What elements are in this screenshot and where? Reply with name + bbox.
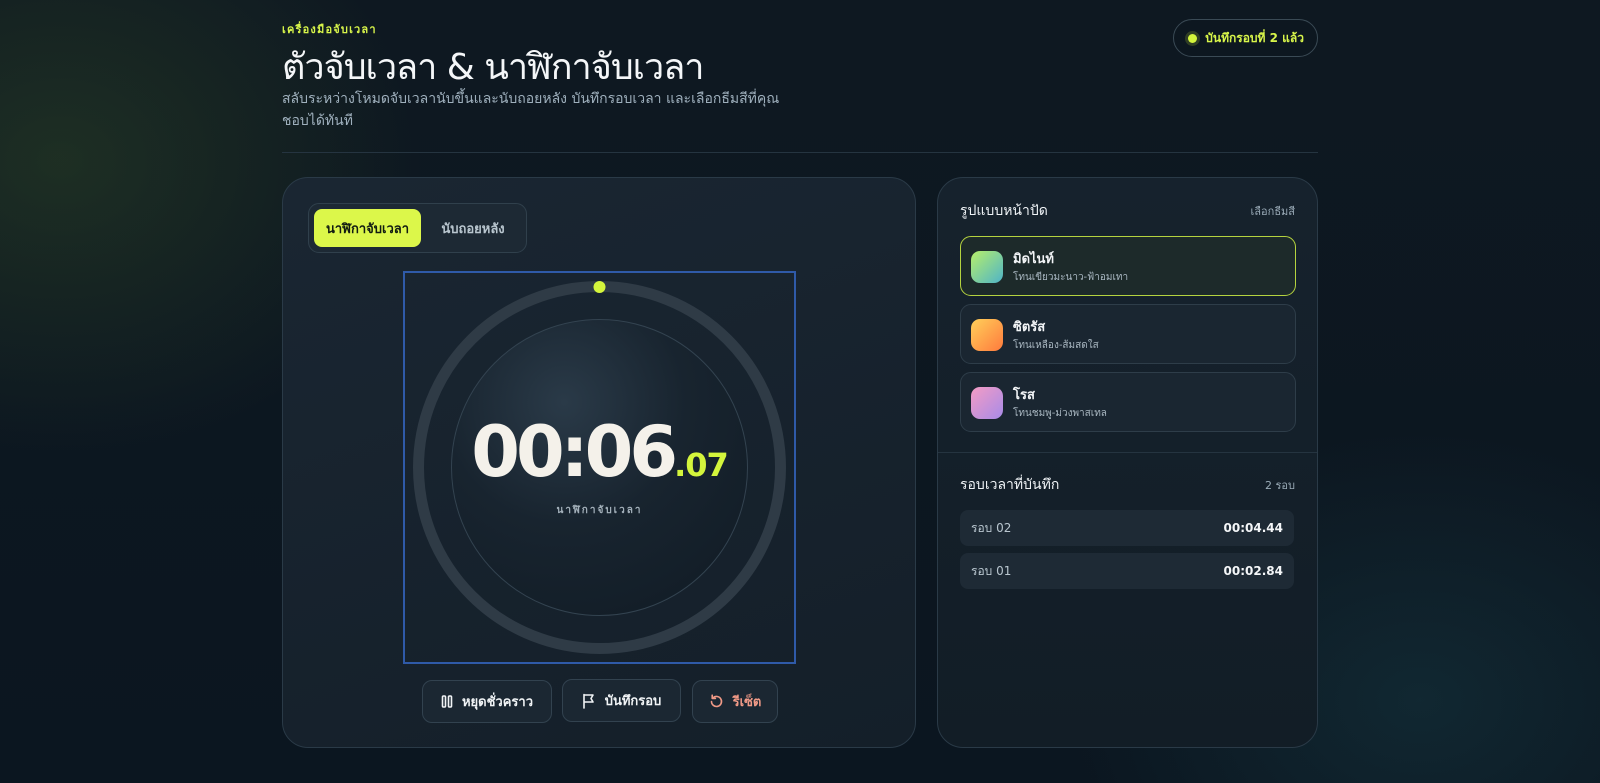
- theme-name: มิดไนท์: [1013, 252, 1055, 267]
- status-dot-icon: [1188, 33, 1198, 43]
- progress-indicator-icon: [593, 281, 606, 293]
- theme-option-rose[interactable]: โรส โทนชมพู-ม่วงพาสเทล: [960, 372, 1296, 432]
- reset-icon: [710, 694, 722, 708]
- laps-count: 2 รอบ: [1265, 479, 1295, 492]
- lap-count-badge-label: บันทึกรอบที่ 2 แล้ว: [1205, 30, 1304, 45]
- time-milliseconds: .07: [674, 446, 729, 484]
- theme-section-hint: เลือกธีมสี: [1250, 205, 1295, 218]
- tab-countdown[interactable]: นับถอยหลัง: [423, 209, 523, 247]
- flag-icon: [582, 693, 594, 709]
- side-divider: [938, 452, 1317, 453]
- lap-button[interactable]: บันทึกรอบ: [562, 679, 681, 722]
- pause-button[interactable]: หยุดชั่วคราว: [422, 680, 552, 723]
- theme-name: ซิตรัส: [1013, 320, 1046, 335]
- lap-time: 00:02.84: [1223, 564, 1283, 578]
- lap-button-label: บันทึกรอบ: [604, 694, 662, 709]
- reset-button-label: รีเซ็ต: [732, 695, 762, 710]
- theme-description: โทนเขียวมะนาว-ฟ้าอมเทา: [1013, 272, 1129, 283]
- laps-section-header: รอบเวลาที่บันทึก 2 รอบ: [960, 474, 1295, 496]
- tab-stopwatch[interactable]: นาฬิกาจับเวลา: [314, 209, 421, 247]
- timer-panel: นาฬิกาจับเวลา นับถอยหลัง 00:06.07 นาฬิกา…: [282, 177, 916, 748]
- pause-button-label: หยุดชั่วคราว: [461, 695, 534, 710]
- lap-name: รอบ 02: [971, 520, 1012, 535]
- theme-option-citrus[interactable]: ซิตรัส โทนเหลือง-ส้มสดใส: [960, 304, 1296, 364]
- lap-name: รอบ 01: [971, 563, 1012, 578]
- pause-icon: [441, 695, 453, 708]
- time-mode-label: นาฬิกาจับเวลา: [556, 505, 643, 516]
- page-subtitle: สลับระหว่างโหมดจับเวลานับขึ้นและนับถอยหล…: [282, 91, 780, 129]
- side-panel: รูปแบบหน้าปัด เลือกธีมสี มิดไนท์ โทนเขีย…: [937, 177, 1318, 748]
- theme-section-header: รูปแบบหน้าปัด เลือกธีมสี: [960, 200, 1295, 222]
- reset-button[interactable]: รีเซ็ต: [692, 680, 778, 723]
- app-container: เครื่องมือจับเวลา ตัวจับเวลา & นาฬิกาจับ…: [282, 0, 1318, 783]
- time-display: 00:06.07: [405, 411, 794, 493]
- lap-time: 00:04.44: [1223, 521, 1283, 535]
- theme-section-title: รูปแบบหน้าปัด: [960, 203, 1048, 219]
- eyebrow-label: เครื่องมือจับเวลา: [282, 23, 377, 36]
- lap-row: รอบ 01 00:02.84: [960, 553, 1294, 589]
- theme-name: โรส: [1013, 388, 1035, 403]
- page-title: ตัวจับเวลา & นาฬิกาจับเวลา: [282, 47, 704, 88]
- theme-swatch: [971, 387, 1003, 419]
- lap-row: รอบ 02 00:04.44: [960, 510, 1294, 546]
- timer-dial: 00:06.07 นาฬิกาจับเวลา: [403, 271, 796, 664]
- mode-switch: นาฬิกาจับเวลา นับถอยหลัง: [308, 203, 527, 253]
- theme-description: โทนเหลือง-ส้มสดใส: [1013, 340, 1099, 351]
- laps-section-title: รอบเวลาที่บันทึก: [960, 477, 1060, 493]
- theme-description: โทนชมพู-ม่วงพาสเทล: [1013, 408, 1107, 419]
- theme-option-midnight[interactable]: มิดไนท์ โทนเขียวมะนาว-ฟ้าอมเทา: [960, 236, 1296, 296]
- time-main: 00:06: [471, 411, 678, 493]
- header-divider: [282, 152, 1318, 153]
- theme-swatch: [971, 319, 1003, 351]
- theme-swatch: [971, 251, 1003, 283]
- lap-count-badge: บันทึกรอบที่ 2 แล้ว: [1173, 19, 1318, 57]
